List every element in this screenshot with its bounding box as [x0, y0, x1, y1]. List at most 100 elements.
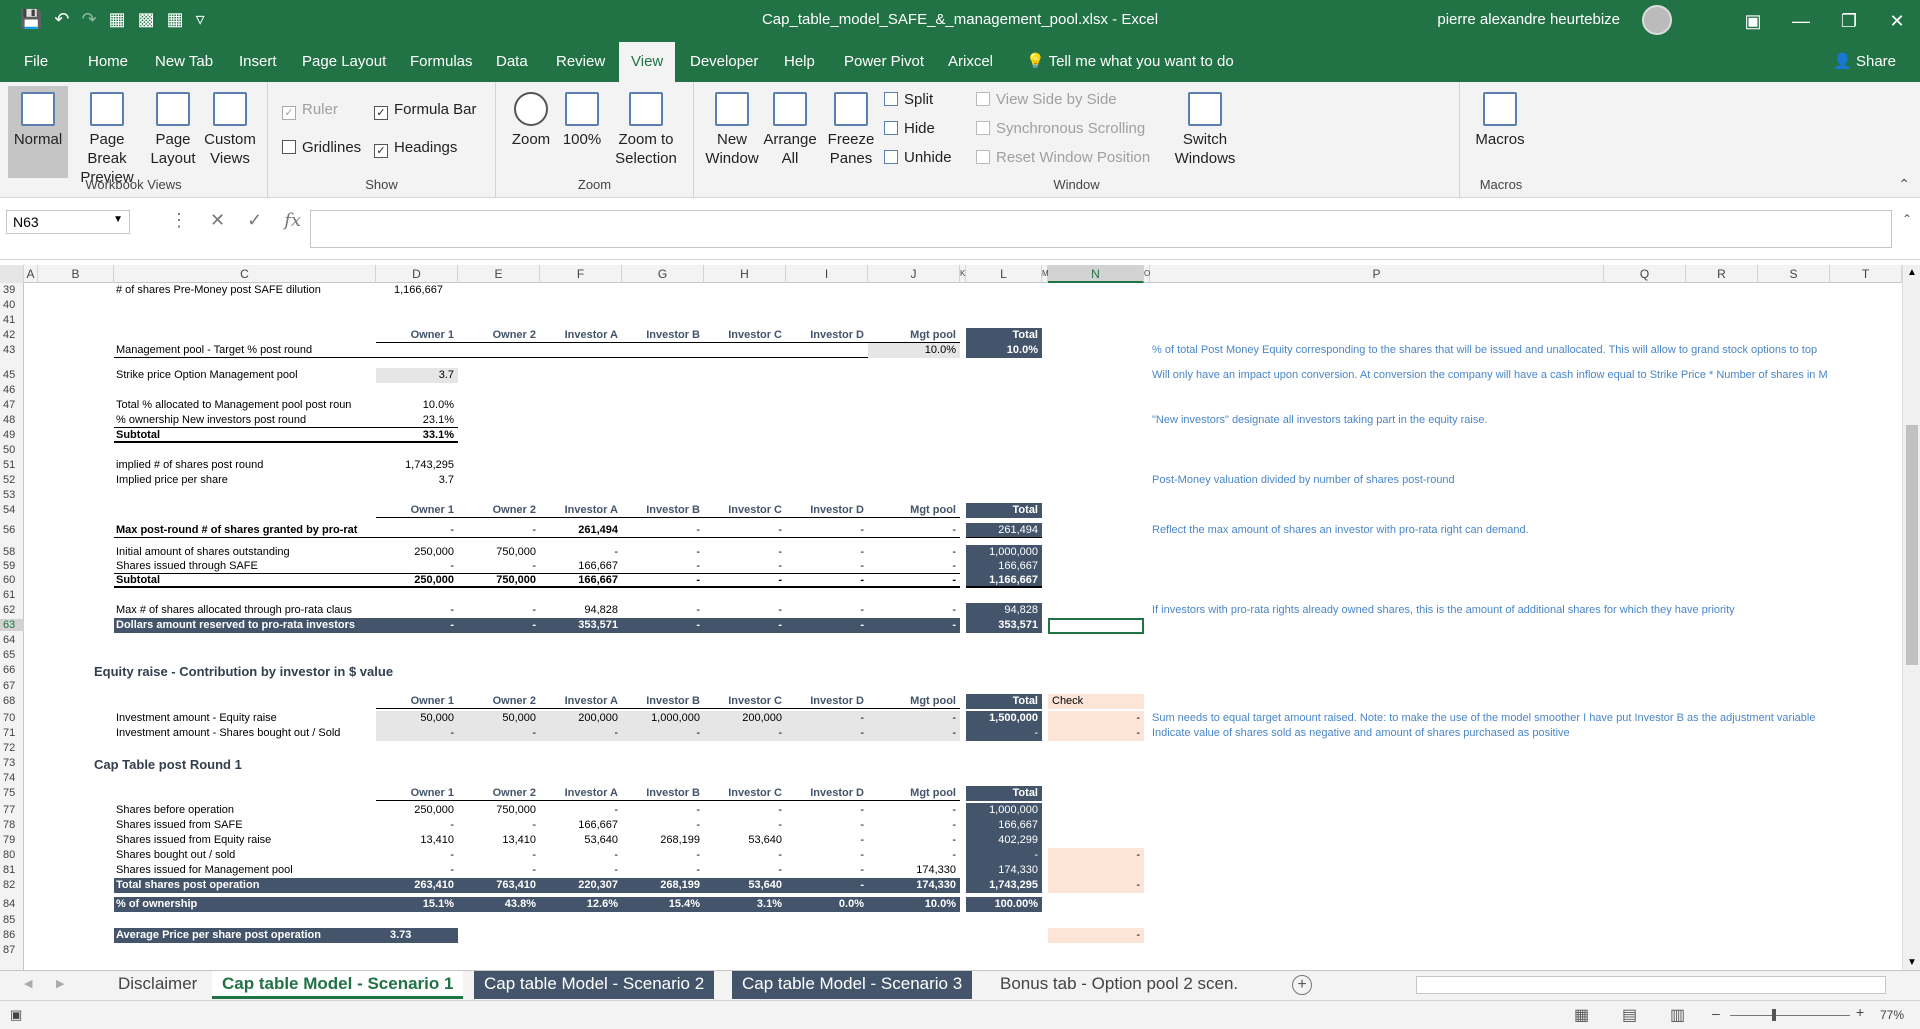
cell-d84[interactable]: 15.1%: [376, 897, 458, 912]
sheet-tab-bonus[interactable]: Bonus tab - Option pool 2 scen.: [990, 971, 1248, 999]
cell-i60[interactable]: -: [786, 573, 868, 588]
cell-n81[interactable]: [1048, 863, 1144, 878]
label-c45[interactable]: Strike price Option Management pool: [114, 368, 376, 383]
zoom-in-icon[interactable]: +: [1856, 1004, 1864, 1020]
cell-f70[interactable]: 200,000: [540, 711, 622, 726]
cell-n71[interactable]: -: [1048, 726, 1144, 741]
cell-h56[interactable]: -: [704, 523, 786, 538]
col-header-r[interactable]: R: [1686, 265, 1758, 283]
enter-icon[interactable]: ✓: [247, 210, 262, 231]
row-header-68[interactable]: 68: [0, 695, 24, 707]
sheet-tab-scenario-2[interactable]: Cap table Model - Scenario 2: [474, 971, 715, 999]
label-c52[interactable]: Implied price per share: [114, 473, 376, 488]
cell-l63[interactable]: 353,571: [966, 618, 1042, 633]
macro-record-icon[interactable]: ▣: [10, 1007, 22, 1023]
switch-windows-button[interactable]: Switch Windows: [1170, 92, 1240, 168]
cell-h79[interactable]: 53,640: [704, 833, 786, 848]
header-l68[interactable]: Total: [966, 694, 1042, 709]
label-c86[interactable]: Average Price per share post operation: [114, 928, 376, 943]
cell-f63[interactable]: 353,571: [540, 618, 622, 633]
label-c47[interactable]: Total % allocated to Management pool pos…: [114, 398, 376, 413]
cell-l84[interactable]: 100.00%: [966, 897, 1042, 912]
row-header-84[interactable]: 84: [0, 898, 24, 910]
zoom-level[interactable]: 77%: [1880, 1008, 1904, 1022]
row-header-39[interactable]: 39: [0, 284, 24, 296]
cell-e79[interactable]: 13,410: [458, 833, 540, 848]
cell-h81[interactable]: -: [704, 863, 786, 878]
cell-h80[interactable]: -: [704, 848, 786, 863]
cell-d63[interactable]: -: [376, 618, 458, 633]
add-sheet-icon[interactable]: +: [1292, 975, 1312, 995]
tab-arixcel[interactable]: Arixcel: [936, 42, 1005, 82]
label-c62[interactable]: Max # of shares allocated through pro-ra…: [114, 603, 376, 618]
header-h75[interactable]: Investor C: [704, 786, 786, 801]
cell-l79[interactable]: 402,299: [966, 833, 1042, 848]
cell-e70[interactable]: 50,000: [458, 711, 540, 726]
label-c78[interactable]: Shares issued from SAFE: [114, 818, 376, 833]
header-d42[interactable]: Owner 1: [376, 328, 458, 343]
cell-f80[interactable]: -: [540, 848, 622, 863]
row-header-40[interactable]: 40: [0, 299, 24, 311]
row-header-46[interactable]: 46: [0, 384, 24, 396]
row-header-54[interactable]: 54: [0, 504, 24, 516]
cell-d59[interactable]: -: [376, 559, 458, 574]
tab-page-layout[interactable]: Page Layout: [290, 42, 398, 82]
header-i54[interactable]: Investor D: [786, 503, 868, 518]
select-all[interactable]: [0, 265, 24, 283]
header-h68[interactable]: Investor C: [704, 694, 786, 709]
cell-g78[interactable]: -: [622, 818, 704, 833]
label-c58[interactable]: Initial amount of shares outstanding: [114, 545, 376, 560]
row-header-73[interactable]: 73: [0, 757, 24, 769]
row-header-79[interactable]: 79: [0, 834, 24, 846]
cell-h62[interactable]: -: [704, 603, 786, 618]
cell-d58[interactable]: 250,000: [376, 545, 458, 560]
cell-f43[interactable]: [540, 343, 622, 358]
check-header[interactable]: Check: [1048, 694, 1144, 709]
row-header-82[interactable]: 82: [0, 879, 24, 891]
cell-h84[interactable]: 3.1%: [704, 897, 786, 912]
share-button[interactable]: 👤 Share: [1821, 42, 1908, 82]
row-header-87[interactable]: 87: [0, 944, 24, 956]
cell-e84[interactable]: 43.8%: [458, 897, 540, 912]
cell-e63[interactable]: -: [458, 618, 540, 633]
label-c77[interactable]: Shares before operation: [114, 803, 376, 818]
row-header-67[interactable]: 67: [0, 680, 24, 692]
tell-me-search[interactable]: 💡 Tell me what you want to do: [1014, 42, 1246, 82]
row-header-47[interactable]: 47: [0, 399, 24, 411]
cell-area[interactable]: # of shares Pre-Money post SAFE dilution…: [24, 283, 1902, 970]
arrange-all-button[interactable]: Arrange All: [762, 92, 818, 168]
name-box[interactable]: N63 ▼: [6, 210, 130, 234]
row-header-45[interactable]: 45: [0, 369, 24, 381]
cell-f58[interactable]: -: [540, 545, 622, 560]
header-d68[interactable]: Owner 1: [376, 694, 458, 709]
cell-d49[interactable]: 33.1%: [376, 428, 458, 443]
cell-g63[interactable]: -: [622, 618, 704, 633]
cell-j63[interactable]: -: [868, 618, 960, 633]
col-header-f[interactable]: F: [540, 265, 622, 283]
cell-j59[interactable]: -: [868, 559, 960, 574]
cell-j81[interactable]: 174,330: [868, 863, 960, 878]
note-p71[interactable]: Indicate value of shares sold as negativ…: [1150, 726, 1902, 741]
header-g42[interactable]: Investor B: [622, 328, 704, 343]
header-j68[interactable]: Mgt pool: [868, 694, 960, 709]
cell-h59[interactable]: -: [704, 559, 786, 574]
cell-d56[interactable]: -: [376, 523, 458, 538]
row-header-53[interactable]: 53: [0, 489, 24, 501]
col-header-c[interactable]: C: [114, 265, 376, 283]
zoom-slider[interactable]: [1730, 1009, 1850, 1021]
zoom-100-button[interactable]: 100%: [560, 92, 604, 149]
cell-i43[interactable]: [786, 343, 868, 358]
new-window-button[interactable]: New Window: [704, 92, 760, 168]
vertical-scrollbar[interactable]: ▲ ▼: [1902, 265, 1920, 970]
label-c70[interactable]: Investment amount - Equity raise: [114, 711, 376, 726]
unhide-button[interactable]: Unhide: [884, 148, 952, 168]
label-c48[interactable]: % ownership New investors post round: [114, 413, 376, 428]
sheet-tab-scenario-3[interactable]: Cap table Model - Scenario 3: [732, 971, 973, 999]
cell-j78[interactable]: -: [868, 818, 960, 833]
cell-g71[interactable]: -: [622, 726, 704, 741]
cell-e59[interactable]: -: [458, 559, 540, 574]
tab-formulas[interactable]: Formulas: [398, 42, 485, 82]
col-header-q[interactable]: Q: [1604, 265, 1686, 283]
row-header-66[interactable]: 66: [0, 664, 24, 676]
cell-d81[interactable]: -: [376, 863, 458, 878]
